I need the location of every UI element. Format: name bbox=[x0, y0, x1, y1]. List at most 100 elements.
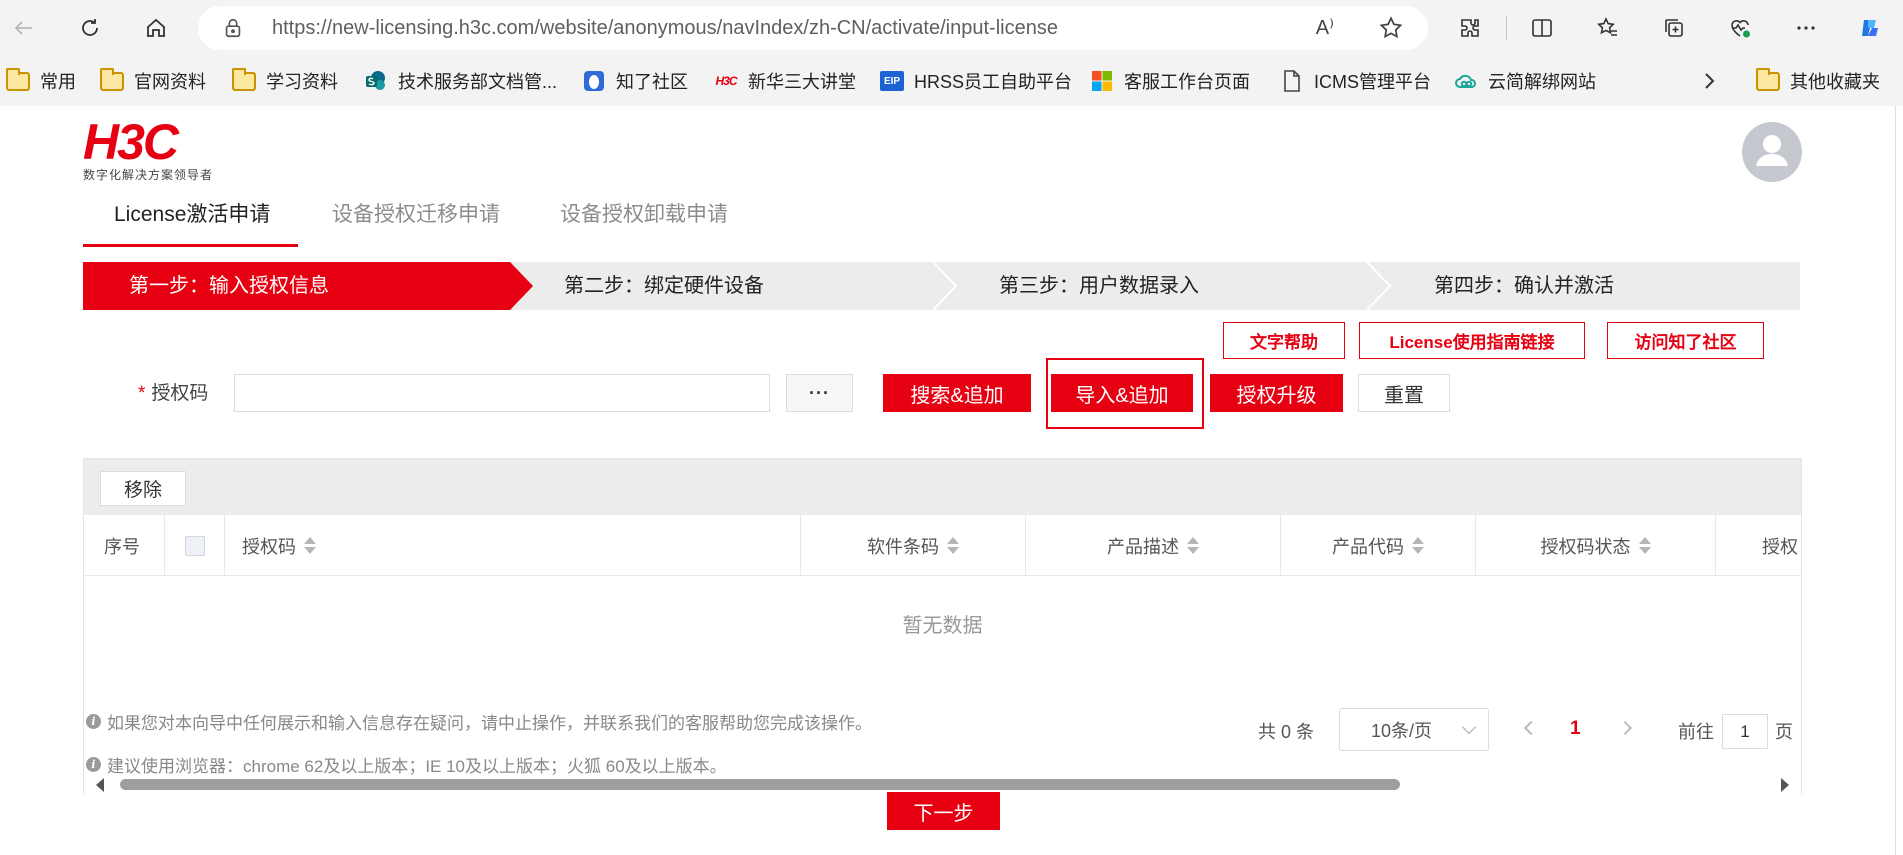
folder-icon bbox=[232, 67, 256, 93]
folder-icon bbox=[1756, 67, 1780, 93]
info-icon: i bbox=[86, 714, 101, 729]
bookmark-label: 技术服务部文档管... bbox=[398, 72, 558, 92]
address-bar[interactable]: https://new-licensing.h3c.com/website/an… bbox=[198, 6, 1428, 50]
bookmark-label: 知了社区 bbox=[616, 72, 688, 92]
split-screen-icon[interactable] bbox=[1524, 10, 1560, 46]
sort-icon[interactable] bbox=[1638, 537, 1651, 554]
scroll-right-icon[interactable] bbox=[1781, 778, 1789, 792]
col-select bbox=[165, 515, 225, 575]
table-header: 序号 授权码 软件条码 产品描述 产品代码 授权码状态 授权 bbox=[84, 515, 1801, 576]
more-options-button[interactable]: ··· bbox=[786, 374, 853, 412]
step-2: 第二步：绑定硬件设备 bbox=[564, 275, 764, 297]
copilot-icon[interactable] bbox=[1852, 10, 1888, 46]
bookmark-item[interactable]: ICMS管理平台 bbox=[1280, 68, 1431, 94]
license-guide-button[interactable]: License使用指南链接 bbox=[1359, 322, 1585, 359]
bookmark-label: 客服工作台页面 bbox=[1124, 72, 1250, 92]
step-1: 第一步：输入授权信息 bbox=[129, 275, 329, 297]
tab-device-uninstall[interactable]: 设备授权卸载申请 bbox=[560, 196, 728, 246]
license-upgrade-button[interactable]: 授权升级 bbox=[1210, 374, 1343, 412]
sharepoint-icon bbox=[364, 69, 388, 93]
chevron-down-icon bbox=[1461, 719, 1477, 735]
bookmark-item[interactable]: EIP HRSS员工自助平台 bbox=[880, 68, 1072, 94]
bookmark-label: 学习资料 bbox=[266, 72, 338, 92]
url-text[interactable]: https://new-licensing.h3c.com/website/an… bbox=[272, 17, 1058, 40]
highlight-annotation-box bbox=[1046, 358, 1204, 429]
col-index: 序号 bbox=[84, 515, 165, 575]
toolbar-divider bbox=[1506, 16, 1507, 40]
bookmark-item[interactable]: 学习资料 bbox=[232, 67, 338, 94]
page-size-value: 10条/页 bbox=[1371, 720, 1433, 741]
zhiliao-icon bbox=[582, 69, 606, 93]
step-4: 第四步：确认并激活 bbox=[1434, 275, 1614, 297]
license-code-input[interactable] bbox=[234, 374, 770, 412]
col-product-description[interactable]: 产品描述 bbox=[1026, 515, 1281, 575]
back-icon[interactable] bbox=[6, 10, 42, 46]
scroll-left-icon[interactable] bbox=[96, 778, 104, 792]
favorites-icon[interactable] bbox=[1590, 10, 1626, 46]
col-software-barcode[interactable]: 软件条码 bbox=[801, 515, 1026, 575]
page-size-select[interactable]: 10条/页 bbox=[1339, 708, 1489, 751]
bookmark-item[interactable]: 云简解绑网站 bbox=[1454, 68, 1596, 94]
tab-device-transfer[interactable]: 设备授权迁移申请 bbox=[332, 196, 500, 246]
col-license-more[interactable]: 授权 bbox=[1716, 515, 1801, 575]
home-icon[interactable] bbox=[138, 10, 174, 46]
bookmarks-overflow-icon[interactable] bbox=[1700, 68, 1718, 94]
license-code-label: * 授权码 bbox=[138, 378, 208, 405]
help-note-text: 如果您对本向导中任何展示和输入信息存在疑问，请中止操作，并联系我们的客服帮助您完… bbox=[107, 714, 872, 733]
current-page-number[interactable]: 1 bbox=[1570, 718, 1581, 740]
text-help-button[interactable]: 文字帮助 bbox=[1223, 322, 1345, 359]
browser-note: i 建议使用浏览器：chrome 62及以上版本；IE 10及以上版本；火狐 60… bbox=[86, 752, 727, 777]
table-toolbar: 移除 bbox=[84, 459, 1801, 515]
col-label: 授权码状态 bbox=[1540, 536, 1631, 557]
favorite-star-icon[interactable] bbox=[1378, 15, 1404, 41]
active-tab-indicator bbox=[83, 244, 298, 247]
bookmark-item[interactable]: 知了社区 bbox=[582, 68, 688, 94]
bookmark-item[interactable]: H3C 新华三大讲堂 bbox=[714, 68, 856, 94]
page-content: H3C 数字化解决方案领导者 License激活申请 设备授权迁移申请 设备授权… bbox=[0, 106, 1896, 855]
reset-button[interactable]: 重置 bbox=[1358, 374, 1450, 412]
collections-icon[interactable] bbox=[1656, 10, 1692, 46]
other-bookmarks-folder[interactable]: 其他收藏夹 bbox=[1756, 67, 1880, 94]
bookmark-label: 其他收藏夹 bbox=[1790, 72, 1880, 92]
required-mark: * bbox=[138, 383, 146, 404]
scrollbar-thumb[interactable] bbox=[120, 779, 1400, 790]
sort-icon[interactable] bbox=[1412, 537, 1424, 554]
browser-essentials-icon[interactable] bbox=[1722, 10, 1758, 46]
help-note: i 如果您对本向导中任何展示和输入信息存在疑问，请中止操作，并联系我们的客服帮助您… bbox=[86, 709, 872, 734]
read-aloud-icon[interactable]: A⁾ bbox=[1316, 15, 1334, 40]
bookmark-item[interactable]: 常用 bbox=[6, 67, 76, 94]
col-product-code[interactable]: 产品代码 bbox=[1281, 515, 1476, 575]
bookmark-label: 云简解绑网站 bbox=[1488, 72, 1596, 92]
col-license-status[interactable]: 授权码状态 bbox=[1476, 515, 1716, 575]
sort-icon[interactable] bbox=[304, 537, 316, 554]
bookmark-item[interactable]: 技术服务部文档管... bbox=[364, 68, 557, 94]
empty-state-text: 暂无数据 bbox=[902, 615, 983, 637]
remove-button[interactable]: 移除 bbox=[100, 471, 186, 506]
user-avatar-icon[interactable] bbox=[1742, 122, 1802, 182]
cloud-icon bbox=[1454, 69, 1478, 93]
col-label: 序号 bbox=[104, 536, 140, 557]
bookmark-item[interactable]: 官网资料 bbox=[100, 67, 206, 94]
browser-note-text: 建议使用浏览器：chrome 62及以上版本；IE 10及以上版本；火狐 60及… bbox=[107, 757, 727, 776]
sort-icon[interactable] bbox=[1187, 537, 1199, 554]
refresh-icon[interactable] bbox=[72, 10, 108, 46]
goto-label: 前往 bbox=[1678, 722, 1714, 742]
tab-license-activation[interactable]: License激活申请 bbox=[114, 196, 270, 246]
folder-icon bbox=[100, 67, 124, 93]
bookmark-item[interactable]: 客服工作台页面 bbox=[1090, 68, 1250, 94]
bookmark-label: 官网资料 bbox=[134, 72, 206, 92]
extensions-icon[interactable] bbox=[1452, 10, 1488, 46]
goto-page-input[interactable] bbox=[1722, 714, 1768, 749]
more-menu-icon[interactable] bbox=[1788, 10, 1824, 46]
license-table: 移除 序号 授权码 软件条码 产品描述 产品代码 授权码状态 授权 暂无数据 bbox=[83, 458, 1802, 795]
zhiliao-community-button[interactable]: 访问知了社区 bbox=[1607, 322, 1764, 359]
sort-icon[interactable] bbox=[947, 537, 959, 554]
next-step-button[interactable]: 下一步 bbox=[887, 792, 1000, 830]
h3c-logo[interactable]: H3C 数字化解决方案领导者 bbox=[83, 117, 213, 183]
select-all-checkbox[interactable] bbox=[184, 535, 205, 556]
lock-icon[interactable] bbox=[222, 17, 244, 39]
search-append-button[interactable]: 搜索&追加 bbox=[883, 374, 1031, 412]
application-tabs: License激活申请 设备授权迁移申请 设备授权卸载申请 bbox=[83, 196, 1800, 248]
col-license-code[interactable]: 授权码 bbox=[225, 515, 801, 575]
h3c-icon: H3C bbox=[715, 74, 737, 88]
